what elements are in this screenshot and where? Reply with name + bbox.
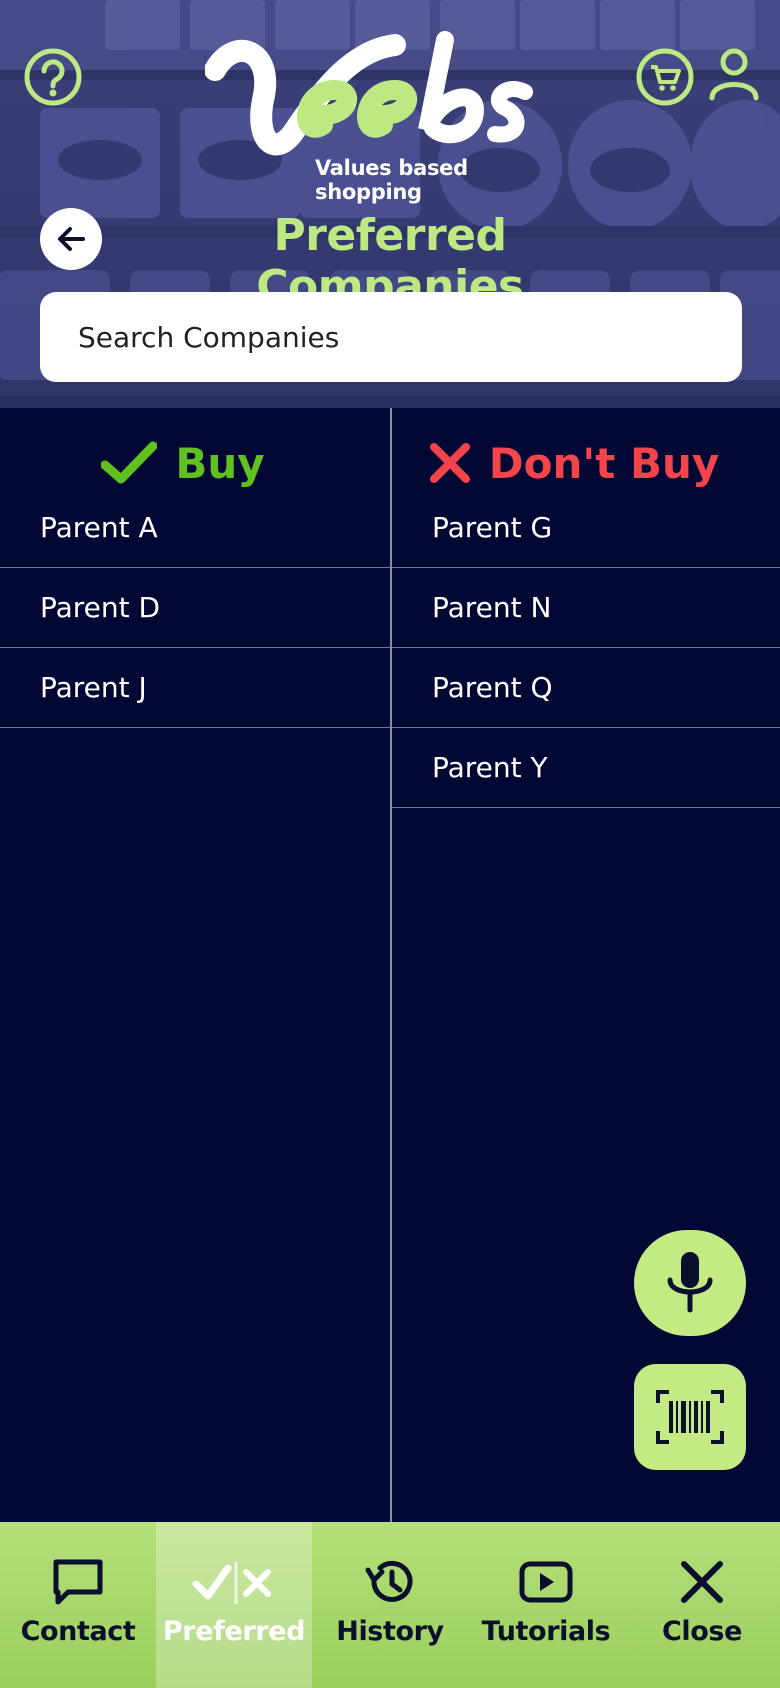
chat-icon — [53, 1559, 103, 1605]
list-item[interactable]: Parent Y — [392, 728, 780, 808]
back-button[interactable] — [40, 208, 102, 270]
tab-label: Tutorials — [481, 1616, 611, 1647]
close-icon — [681, 1561, 723, 1603]
list-item[interactable]: Parent G — [392, 488, 780, 568]
tab-history[interactable]: History — [312, 1522, 468, 1688]
tab-contact[interactable]: Contact — [0, 1522, 156, 1688]
tab-tutorials[interactable]: Tutorials — [468, 1522, 624, 1688]
tab-label: Contact — [20, 1616, 136, 1647]
microphone-icon — [667, 1252, 713, 1313]
veebs-logo-graphic — [204, 31, 533, 156]
list-item[interactable]: Parent N — [392, 568, 780, 648]
list-item[interactable]: Parent Q — [392, 648, 780, 728]
user-icon — [709, 48, 759, 101]
tab-label: Close — [661, 1616, 742, 1647]
page-title: Preferred Companies — [256, 210, 524, 312]
profile-button[interactable] — [704, 44, 764, 104]
help-icon — [24, 48, 82, 106]
list-item[interactable]: Parent D — [0, 568, 390, 648]
arrow-left-icon — [58, 227, 85, 251]
dont-buy-column: Don't Buy Parent G Parent N Parent Q Par… — [392, 408, 780, 808]
voice-search-button[interactable] — [634, 1230, 746, 1336]
logo-tagline: Values based shopping — [315, 156, 468, 204]
veebs-logo: Values based shopping — [204, 30, 565, 204]
barcode-scan-button[interactable] — [634, 1364, 746, 1470]
bottom-tab-bar: Contact Preferred History Tutorials Clos… — [0, 1522, 780, 1688]
check-x-icon — [192, 1562, 271, 1604]
header: Values based shopping Preferred Companie… — [0, 0, 780, 408]
tab-preferred[interactable]: Preferred — [156, 1522, 312, 1688]
tab-label: History — [336, 1616, 444, 1647]
buy-column: Buy Parent A Parent D Parent J — [0, 408, 390, 728]
tab-label: Preferred — [162, 1616, 306, 1647]
help-button[interactable] — [22, 46, 84, 108]
barcode-icon — [656, 1390, 724, 1444]
play-icon — [519, 1561, 573, 1603]
cart-icon — [636, 48, 694, 106]
dont-buy-label: Don't Buy — [488, 438, 720, 488]
history-icon — [365, 1560, 413, 1602]
tab-close[interactable]: Close — [624, 1522, 780, 1688]
check-icon — [101, 441, 158, 484]
cart-button[interactable] — [634, 46, 696, 108]
buy-label: Buy — [175, 438, 265, 488]
list-item[interactable]: Parent J — [0, 648, 390, 728]
search-input[interactable] — [40, 292, 742, 382]
x-icon — [429, 443, 470, 483]
list-item[interactable]: Parent A — [0, 488, 390, 568]
shelf-edge — [0, 396, 780, 408]
